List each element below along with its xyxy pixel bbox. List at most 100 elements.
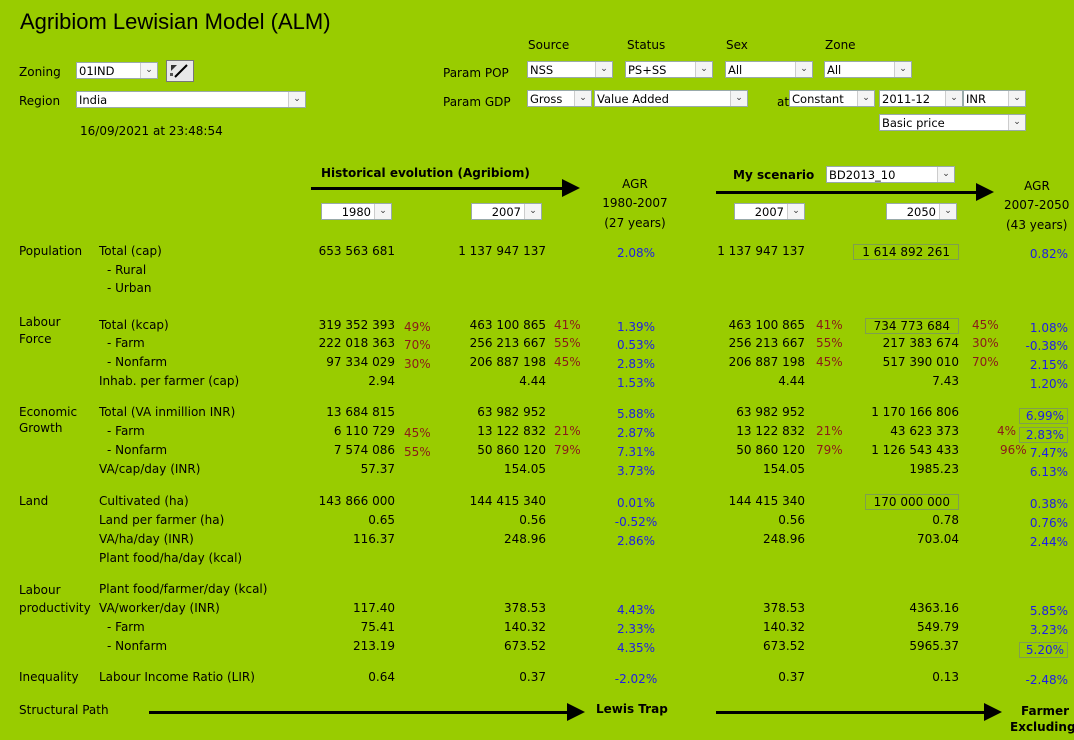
percent-cell: 45% xyxy=(972,318,999,332)
value-cell: 4.44 xyxy=(519,374,546,388)
value-cell: 319 352 393 xyxy=(318,318,395,332)
param-gdp-label: Param GDP xyxy=(443,95,511,109)
gdp-va-value: Value Added xyxy=(597,92,669,106)
pencil-map-icon xyxy=(170,64,188,78)
row-label: Total (VA inmillion INR) xyxy=(99,405,236,419)
section-land: Land xyxy=(19,494,49,508)
region-label: Region xyxy=(19,94,61,108)
value-cell: 154.05 xyxy=(763,462,805,476)
value-cell: 673.52 xyxy=(504,639,546,653)
row-label: VA/worker/day (INR) xyxy=(99,601,220,615)
scen-year1-select[interactable]: 2007 ⌄ xyxy=(734,203,805,220)
gdp-currency-value: INR xyxy=(966,92,986,106)
chevron-down-icon: ⌄ xyxy=(857,91,874,106)
gdp-gross-select[interactable]: Gross ⌄ xyxy=(527,90,592,107)
growth-rate-cell: 5.85% xyxy=(1029,604,1068,618)
value-cell: 1 170 166 806 xyxy=(871,405,959,419)
value-cell: 7 574 086 xyxy=(333,443,395,457)
value-cell: 256 213 667 xyxy=(469,336,546,350)
growth-rate-cell: -0.52% xyxy=(614,515,658,529)
value-cell: 1 137 947 137 xyxy=(458,244,546,258)
gdp-basic-value: Basic price xyxy=(882,116,945,130)
zone-header: Zone xyxy=(825,38,856,52)
section-labour-prod: Labour xyxy=(19,583,61,597)
scen-year2-select[interactable]: 2050 ⌄ xyxy=(886,203,957,220)
map-tool-button[interactable] xyxy=(166,60,194,82)
value-cell: 378.53 xyxy=(763,601,805,615)
chevron-down-icon: ⌄ xyxy=(894,62,911,77)
hist-year1-select[interactable]: 1980 ⌄ xyxy=(321,203,392,220)
percent-cell: 41% xyxy=(554,318,581,332)
chevron-down-icon: ⌄ xyxy=(945,91,962,106)
growth-rate-cell: 4.35% xyxy=(616,641,656,655)
chevron-down-icon: ⌄ xyxy=(374,204,391,219)
chevron-down-icon: ⌄ xyxy=(787,204,804,219)
gdp-year-select[interactable]: 2011-12 ⌄ xyxy=(879,90,963,107)
growth-rate-cell: 3.73% xyxy=(616,464,656,478)
growth-rate-cell: 2.83% xyxy=(1018,427,1068,443)
section-population: Population xyxy=(19,244,83,258)
row-label: - Farm xyxy=(107,336,145,350)
percent-cell: 4% xyxy=(997,424,1017,438)
value-cell: 206 887 198 xyxy=(469,355,546,369)
row-label: - Nonfarm xyxy=(107,355,168,369)
growth-rate-cell: 6.99% xyxy=(1018,408,1068,424)
zoning-select[interactable]: 01IND ⌄ xyxy=(76,62,158,79)
value-cell: 378.53 xyxy=(504,601,546,615)
status-header: Status xyxy=(627,38,666,52)
growth-rate-cell: 5.20% xyxy=(1018,642,1068,658)
pop-sex-select[interactable]: All ⌄ xyxy=(725,61,813,78)
gdp-constant-select[interactable]: Constant ⌄ xyxy=(789,90,875,107)
hist-year2-select[interactable]: 2007 ⌄ xyxy=(471,203,542,220)
value-cell: 13 122 832 xyxy=(477,424,546,438)
pop-source-value: NSS xyxy=(530,63,554,77)
gdp-constant-value: Constant xyxy=(792,92,844,106)
value-cell: 75.41 xyxy=(360,620,395,634)
region-select[interactable]: India ⌄ xyxy=(76,91,306,108)
value-cell: 6 110 729 xyxy=(333,424,395,438)
pop-sex-value: All xyxy=(728,63,743,77)
gdp-va-select[interactable]: Value Added ⌄ xyxy=(594,90,748,107)
section-force: Force xyxy=(19,332,52,346)
pop-zone-select[interactable]: All ⌄ xyxy=(824,61,912,78)
agr1-years: (27 years) xyxy=(604,216,666,230)
value-cell: 13 122 832 xyxy=(736,424,805,438)
section-labour: Labour xyxy=(19,315,61,329)
percent-cell: 21% xyxy=(816,424,843,438)
section-growth: Growth xyxy=(19,421,63,435)
value-cell: 140.32 xyxy=(504,620,546,634)
percent-cell: 41% xyxy=(816,318,843,332)
agr1-title: AGR xyxy=(622,177,648,191)
scenario-select[interactable]: BD2013_10 ⌄ xyxy=(826,166,955,183)
agr2-period: 2007-2050 xyxy=(1004,198,1070,212)
chevron-down-icon: ⌄ xyxy=(795,62,812,77)
scenario-title: My scenario xyxy=(733,168,815,182)
value-cell: 1985.23 xyxy=(909,462,959,476)
percent-cell: 79% xyxy=(816,443,843,457)
percent-cell: 30% xyxy=(972,336,999,350)
value-cell: 549.79 xyxy=(917,620,959,634)
value-cell: 0.13 xyxy=(932,670,959,684)
pop-status-select[interactable]: PS+SS ⌄ xyxy=(625,61,713,78)
gdp-currency-select[interactable]: INR ⌄ xyxy=(963,90,1026,107)
pop-source-select[interactable]: NSS ⌄ xyxy=(527,61,613,78)
growth-rate-cell: 5.88% xyxy=(616,407,656,421)
value-cell: 5965.37 xyxy=(909,639,959,653)
percent-cell: 70% xyxy=(404,338,431,352)
chevron-down-icon: ⌄ xyxy=(730,91,747,106)
row-label: Labour Income Ratio (LIR) xyxy=(99,670,255,684)
gdp-basic-select[interactable]: Basic price ⌄ xyxy=(879,114,1026,131)
percent-cell: 55% xyxy=(404,445,431,459)
growth-rate-cell: 6.13% xyxy=(1029,465,1068,479)
gdp-gross-value: Gross xyxy=(530,92,563,106)
section-structural-path: Structural Path xyxy=(19,703,109,717)
gdp-year-value: 2011-12 xyxy=(882,92,931,106)
struct-scen-result-1: Farmer xyxy=(1021,704,1070,718)
growth-rate-cell: 0.38% xyxy=(1029,497,1068,511)
growth-rate-cell: 2.08% xyxy=(616,246,656,260)
value-cell: 4.44 xyxy=(778,374,805,388)
value-cell: 140.32 xyxy=(763,620,805,634)
value-cell: 143 866 000 xyxy=(318,494,395,508)
value-cell: 0.65 xyxy=(368,513,395,527)
value-cell: 0.78 xyxy=(932,513,959,527)
